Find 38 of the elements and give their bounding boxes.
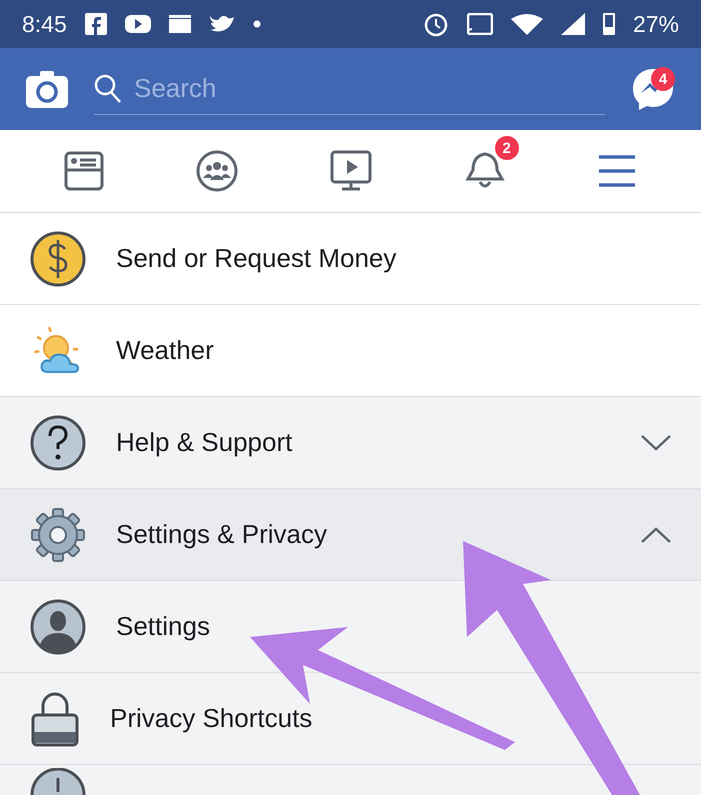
app-notification-icon bbox=[84, 13, 107, 35]
search-input[interactable]: Search bbox=[134, 73, 605, 104]
groups-icon bbox=[196, 150, 238, 192]
camera-icon[interactable] bbox=[26, 70, 68, 108]
menu-label: Settings bbox=[116, 611, 211, 642]
dollar-coin-icon bbox=[30, 230, 86, 286]
menu-label: Privacy Shortcuts bbox=[110, 703, 314, 734]
message-count-badge: 4 bbox=[651, 67, 675, 91]
menu-label: Weather bbox=[116, 335, 215, 366]
menu-icon bbox=[596, 154, 637, 188]
help-icon bbox=[30, 414, 86, 470]
video-icon bbox=[330, 150, 372, 192]
alarm-icon bbox=[422, 11, 449, 37]
menu-row[interactable]: Privacy Shortcuts bbox=[0, 673, 701, 765]
play-icon bbox=[124, 15, 151, 33]
battery-percentage: 27% bbox=[632, 10, 679, 38]
cast-icon bbox=[466, 13, 493, 35]
signal-icon bbox=[560, 13, 585, 35]
menu-label: Help & Support bbox=[116, 427, 294, 458]
menu-row[interactable]: Help & Support bbox=[0, 397, 701, 489]
clock-time: 8:45 bbox=[22, 10, 67, 38]
menu-label: Settings & Privacy bbox=[116, 519, 328, 550]
menu-row[interactable] bbox=[0, 765, 701, 795]
search-icon bbox=[94, 74, 122, 104]
clapperboard-icon bbox=[168, 15, 191, 33]
profile-icon bbox=[30, 598, 86, 654]
dot-icon bbox=[252, 20, 261, 28]
nav-tab[interactable]: 2 bbox=[450, 136, 519, 206]
lock-icon bbox=[30, 690, 80, 746]
news-feed-icon bbox=[64, 151, 104, 191]
wifi-icon bbox=[510, 13, 543, 35]
chevron-down-icon bbox=[641, 434, 671, 450]
notification-count-badge: 2 bbox=[494, 136, 519, 160]
chevron-up-icon bbox=[641, 526, 671, 542]
menu-row[interactable]: Settings & Privacy bbox=[0, 489, 701, 581]
battery-icon bbox=[602, 13, 615, 35]
menu-label: Send or Request Money bbox=[116, 243, 398, 274]
gear-icon bbox=[30, 506, 86, 562]
